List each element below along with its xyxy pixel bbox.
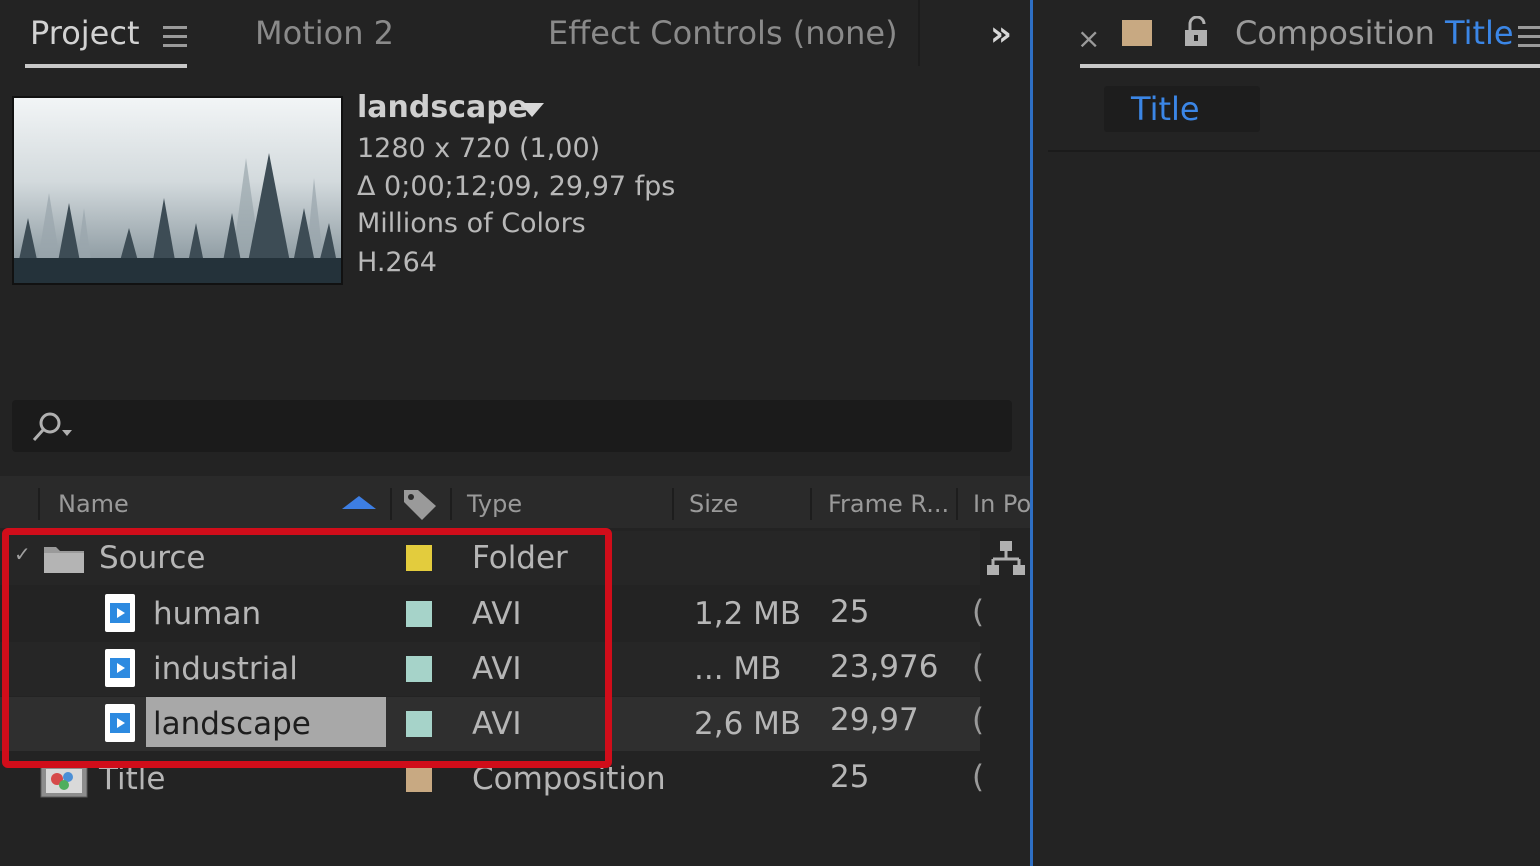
column-divider <box>672 488 674 520</box>
item-in-point: ( <box>972 702 985 738</box>
item-in-point: ( <box>972 649 985 685</box>
unlock-icon[interactable] <box>1183 16 1209 48</box>
column-divider <box>38 488 40 520</box>
composition-breadcrumb-label: Title <box>1131 90 1200 128</box>
item-size: ... MB <box>694 651 782 687</box>
column-divider <box>810 488 812 520</box>
label-color-swatch[interactable] <box>406 766 432 792</box>
column-name[interactable]: Name <box>58 490 129 518</box>
footage-dimensions: 1280 x 720 (1,00) <box>357 133 601 164</box>
highlight-annotation-frame <box>2 528 612 768</box>
tab-project[interactable]: Project <box>30 14 139 52</box>
item-frame-rate: 25 <box>830 594 870 630</box>
item-frame-rate: 29,97 <box>830 702 919 738</box>
tab-overflow-icon[interactable]: » <box>990 14 1012 54</box>
column-size[interactable]: Size <box>689 490 738 518</box>
focused-panel-border <box>1030 0 1033 866</box>
item-in-point: ( <box>972 594 985 630</box>
flowchart-icon[interactable] <box>986 539 1026 577</box>
composition-label: Composition <box>1235 14 1435 52</box>
footage-thumbnail <box>12 96 343 285</box>
column-divider <box>450 488 452 520</box>
column-divider <box>956 488 958 520</box>
search-input[interactable] <box>12 400 1012 452</box>
tab-effect-controls[interactable]: Effect Controls (none) <box>548 14 898 52</box>
footage-colors: Millions of Colors <box>357 208 586 239</box>
composition-color-swatch[interactable] <box>1122 20 1152 46</box>
tag-icon[interactable] <box>402 486 440 522</box>
search-icon[interactable] <box>30 410 74 444</box>
item-size: 2,6 MB <box>694 706 802 742</box>
composition-name: Title <box>1445 14 1514 52</box>
active-tab-indicator <box>25 64 187 68</box>
column-divider <box>390 488 392 520</box>
composition-tab-title[interactable]: Composition Title <box>1235 14 1514 52</box>
footage-codec: H.264 <box>357 247 437 278</box>
tab-motion[interactable]: Motion 2 <box>255 14 394 52</box>
sort-ascending-icon[interactable] <box>342 496 376 509</box>
selected-footage-name: landscape <box>357 90 529 125</box>
item-in-point: ( <box>972 759 985 795</box>
panel-menu-icon[interactable] <box>163 26 187 47</box>
item-size: 1,2 MB <box>694 596 802 632</box>
column-frame-rate[interactable]: Frame R... <box>828 490 949 518</box>
column-type[interactable]: Type <box>467 490 522 518</box>
active-tab-indicator <box>1080 64 1540 68</box>
column-in-point[interactable]: In Po <box>973 490 1030 518</box>
item-frame-rate: 25 <box>830 759 870 795</box>
close-icon[interactable]: × <box>1077 22 1100 55</box>
tab-divider <box>918 0 920 66</box>
composition-icon <box>40 764 88 798</box>
panel-menu-icon[interactable] <box>1518 26 1540 47</box>
footage-duration: Δ 0;00;12;09, 29,97 fps <box>357 171 676 202</box>
item-frame-rate: 23,976 <box>830 649 939 685</box>
footage-dropdown-icon[interactable] <box>520 103 544 117</box>
